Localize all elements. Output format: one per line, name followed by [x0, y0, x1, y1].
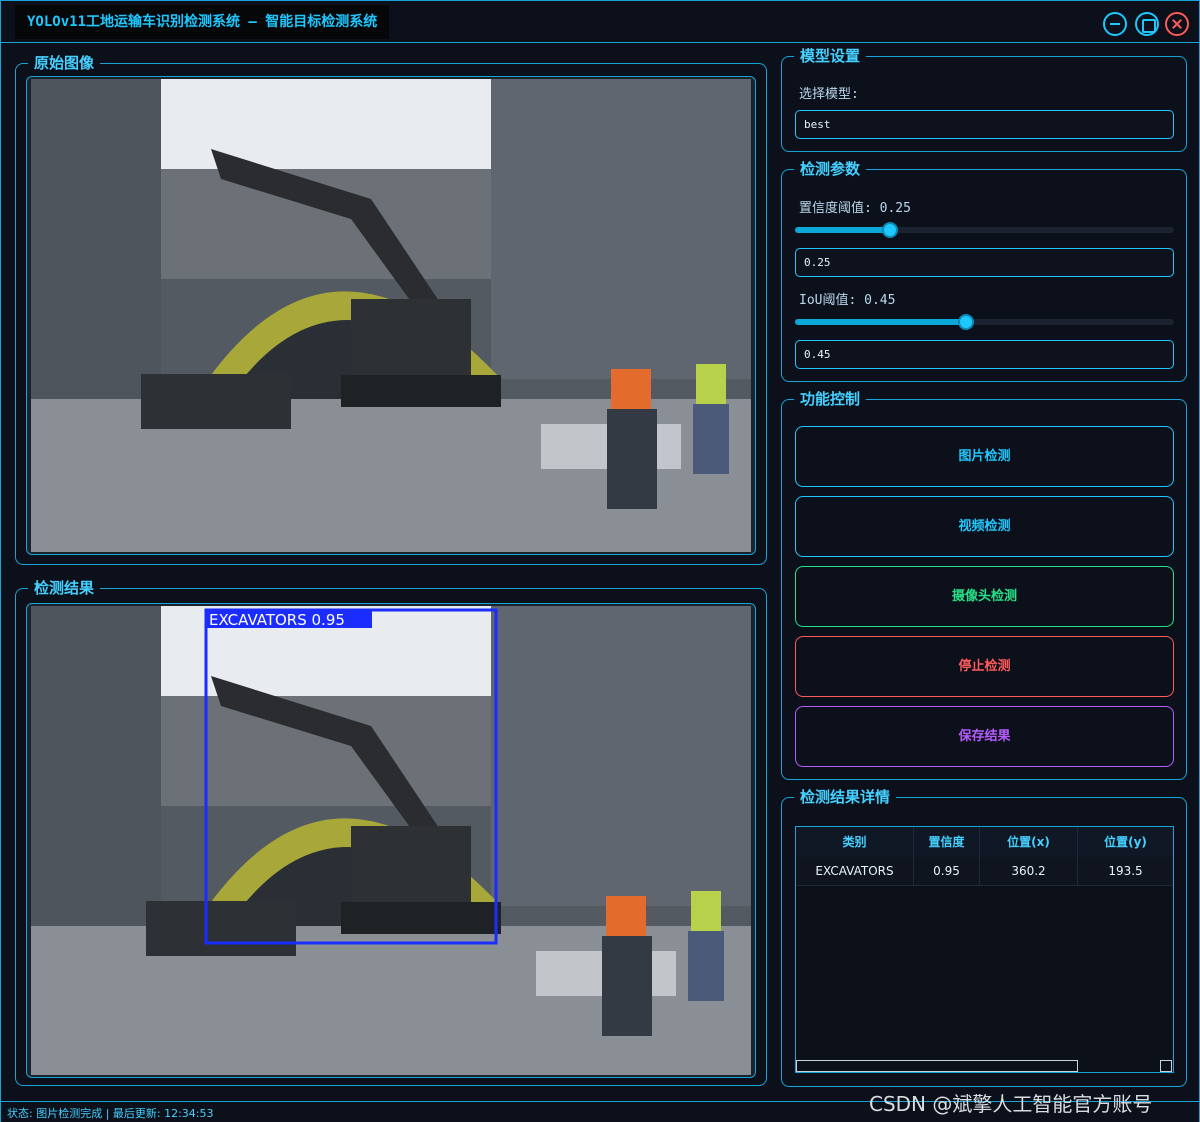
result-image-frame: EXCAVATORS 0.95: [26, 603, 756, 1078]
maximize-icon[interactable]: [1135, 12, 1159, 36]
confidence-slider-fill: [795, 227, 890, 233]
result-image: EXCAVATORS 0.95: [31, 606, 751, 1075]
result-image-title: 检测结果: [28, 578, 101, 598]
iou-label: IoU阈值: 0.45: [799, 293, 896, 308]
iou-slider[interactable]: [795, 314, 1174, 330]
close-icon[interactable]: [1165, 12, 1189, 36]
detection-params-title: 检测参数: [794, 159, 867, 179]
table-header-x[interactable]: 位置(x): [980, 827, 1078, 857]
image-detect-button[interactable]: 图片检测: [795, 426, 1174, 487]
title-divider: [1, 42, 1199, 43]
original-image-title: 原始图像: [28, 53, 101, 73]
iou-slider-fill: [795, 319, 966, 325]
confidence-slider-handle[interactable]: [881, 222, 898, 238]
original-image-panel: 原始图像: [15, 53, 767, 565]
minimize-icon[interactable]: [1103, 12, 1127, 36]
watermark: CSDN @斌擎人工智能官方账号: [869, 1092, 1153, 1116]
table-cell-y[interactable]: 193.5: [1078, 857, 1173, 886]
title-bar: YOLOv11工地运输车识别检测系统 – 智能目标检测系统: [1, 1, 1199, 43]
table-cell-confidence[interactable]: 0.95: [914, 857, 980, 886]
original-image: [31, 79, 751, 552]
scrollbar-corner: [1160, 1060, 1172, 1072]
window-title: YOLOv11工地运输车识别检测系统 – 智能目标检测系统: [15, 5, 390, 39]
horizontal-scrollbar[interactable]: [796, 1060, 1173, 1072]
detection-label: EXCAVATORS 0.95: [209, 611, 345, 629]
app-window: YOLOv11工地运输车识别检测系统 – 智能目标检测系统 原始图像 检测结果 …: [0, 0, 1200, 1122]
table-header-y[interactable]: 位置(y): [1078, 827, 1173, 857]
construction-scene-image: [31, 79, 751, 552]
select-model-label: 选择模型:: [799, 87, 859, 102]
function-control-title: 功能控制: [794, 389, 867, 409]
status-text: 状态: 图片检测完成 | 最后更新: 12:34:53: [7, 1107, 214, 1120]
original-image-frame: [26, 76, 756, 555]
table-header-confidence[interactable]: 置信度: [914, 827, 980, 857]
model-settings-title: 模型设置: [794, 46, 867, 66]
confidence-slider[interactable]: [795, 222, 1174, 238]
scrollbar-handle[interactable]: [796, 1060, 1078, 1072]
iou-slider-handle[interactable]: [957, 314, 974, 330]
table-cell-class[interactable]: EXCAVATORS: [796, 857, 914, 886]
result-image-panel: 检测结果 EXCAVATORS 0.95: [15, 578, 767, 1086]
confidence-label: 置信度阈值: 0.25: [799, 201, 911, 216]
iou-input[interactable]: 0.45: [795, 340, 1174, 369]
detection-table: 类别 置信度 位置(x) 位置(y) EXCAVATORS 0.95 360.2…: [795, 826, 1174, 1073]
table-header-class[interactable]: 类别: [796, 827, 914, 857]
model-select[interactable]: best: [795, 110, 1174, 139]
stop-detect-button[interactable]: 停止检测: [795, 636, 1174, 697]
table-cell-x[interactable]: 360.2: [980, 857, 1078, 886]
video-detect-button[interactable]: 视频检测: [795, 496, 1174, 557]
confidence-input[interactable]: 0.25: [795, 248, 1174, 277]
camera-detect-button[interactable]: 摄像头检测: [795, 566, 1174, 627]
save-result-button[interactable]: 保存结果: [795, 706, 1174, 767]
annotated-scene-image: EXCAVATORS 0.95: [31, 606, 751, 1075]
detection-details-title: 检测结果详情: [794, 787, 897, 807]
